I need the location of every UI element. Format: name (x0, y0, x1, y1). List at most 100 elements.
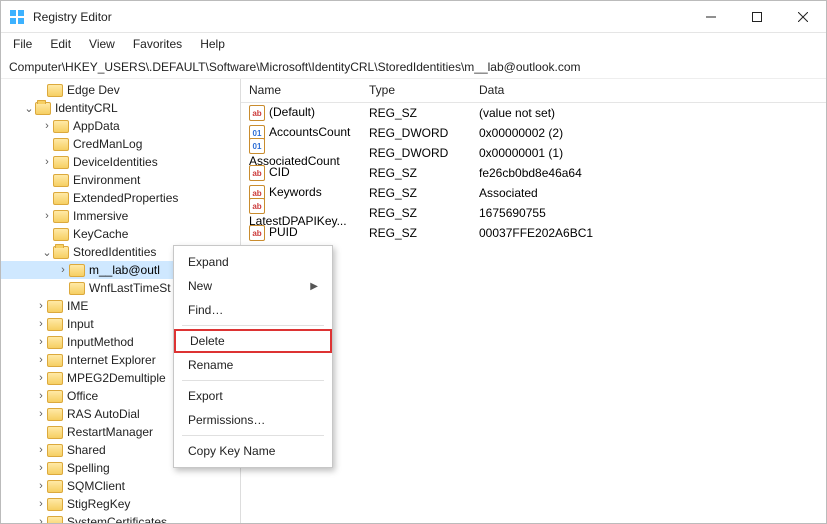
expand-icon[interactable]: › (35, 336, 47, 348)
value-name: abCID (241, 165, 361, 182)
value-data: Associated (471, 186, 826, 200)
tree-item-deviceidentities[interactable]: ›DeviceIdentities (1, 153, 240, 171)
expand-icon[interactable]: › (35, 462, 47, 474)
context-menu: Expand New▶ Find… Delete Rename Export P… (173, 245, 333, 468)
minimize-button[interactable] (688, 1, 734, 33)
collapse-icon[interactable]: ⌄ (23, 102, 35, 115)
expand-icon[interactable]: › (35, 498, 47, 510)
value-type: REG_SZ (361, 186, 471, 200)
menu-view[interactable]: View (81, 35, 123, 53)
expand-icon[interactable]: › (35, 372, 47, 384)
context-new[interactable]: New▶ (174, 274, 332, 298)
context-copy-key-name[interactable]: Copy Key Name (174, 439, 332, 463)
expand-icon[interactable]: › (41, 120, 53, 132)
column-type[interactable]: Type (361, 79, 471, 102)
folder-icon (53, 228, 69, 241)
folder-icon (69, 264, 85, 277)
value-type: REG_DWORD (361, 146, 471, 160)
string-value-icon: ab (249, 105, 265, 121)
context-expand[interactable]: Expand (174, 250, 332, 274)
string-value-icon: ab (249, 225, 265, 241)
tree-item-stig[interactable]: ›StigRegKey (1, 495, 240, 513)
folder-icon (47, 444, 63, 457)
window-title: Registry Editor (33, 10, 688, 24)
separator (182, 380, 324, 381)
folder-icon (47, 372, 63, 385)
value-data: 0x00000002 (2) (471, 126, 826, 140)
titlebar[interactable]: Registry Editor (1, 1, 826, 33)
tree-item-keycache[interactable]: KeyCache (1, 225, 240, 243)
context-rename[interactable]: Rename (174, 353, 332, 377)
expand-icon[interactable]: › (35, 390, 47, 402)
value-name: abPUID (241, 225, 361, 242)
value-row[interactable]: abCIDREG_SZfe26cb0bd8e46a64 (241, 163, 826, 183)
expand-icon[interactable]: › (35, 516, 47, 523)
separator (182, 325, 324, 326)
expand-icon[interactable]: › (35, 444, 47, 456)
close-button[interactable] (780, 1, 826, 33)
folder-icon (47, 84, 63, 97)
tree-item-identitycrl[interactable]: ⌄IdentityCRL (1, 99, 240, 117)
tree-item-edge-dev[interactable]: Edge Dev (1, 81, 240, 99)
separator (182, 435, 324, 436)
context-delete[interactable]: Delete (174, 329, 332, 353)
tree-item-sqm[interactable]: ›SQMClient (1, 477, 240, 495)
expand-icon[interactable]: › (41, 156, 53, 168)
tree-item-extendedproperties[interactable]: ExtendedProperties (1, 189, 240, 207)
value-row[interactable]: ab(Default)REG_SZ(value not set) (241, 103, 826, 123)
value-name: ab(Default) (241, 105, 361, 122)
value-data: fe26cb0bd8e46a64 (471, 166, 826, 180)
menu-favorites[interactable]: Favorites (125, 35, 190, 53)
folder-icon (53, 192, 69, 205)
tree-item-syscert[interactable]: ›SystemCertificates (1, 513, 240, 523)
value-row[interactable]: abLatestDPAPIKey...REG_SZ1675690755 (241, 203, 826, 223)
menu-help[interactable]: Help (192, 35, 233, 53)
expand-icon[interactable]: › (35, 300, 47, 312)
folder-icon (47, 336, 63, 349)
value-type: REG_SZ (361, 226, 471, 240)
tree-item-credmanlog[interactable]: CredManLog (1, 135, 240, 153)
expand-icon[interactable]: › (35, 318, 47, 330)
folder-icon (53, 174, 69, 187)
maximize-button[interactable] (734, 1, 780, 33)
folder-icon (47, 390, 63, 403)
submenu-arrow-icon: ▶ (310, 281, 318, 292)
string-value-icon: ab (249, 198, 265, 214)
expand-icon[interactable]: › (35, 408, 47, 420)
tree-item-environment[interactable]: Environment (1, 171, 240, 189)
context-permissions[interactable]: Permissions… (174, 408, 332, 432)
folder-icon (53, 246, 69, 259)
menu-edit[interactable]: Edit (42, 35, 79, 53)
expand-icon[interactable]: › (57, 264, 69, 276)
string-value-icon: ab (249, 165, 265, 181)
value-row[interactable]: abPUIDREG_SZ00037FFE202A6BC1 (241, 223, 826, 243)
folder-icon (53, 156, 69, 169)
folder-icon (53, 120, 69, 133)
tree-item-immersive[interactable]: ›Immersive (1, 207, 240, 225)
context-export[interactable]: Export (174, 384, 332, 408)
folder-icon (47, 498, 63, 511)
address-bar[interactable]: Computer\HKEY_USERS\.DEFAULT\Software\Mi… (1, 55, 826, 79)
context-find[interactable]: Find… (174, 298, 332, 322)
registry-editor-icon (9, 9, 25, 25)
folder-icon (53, 210, 69, 223)
column-name[interactable]: Name (241, 79, 361, 102)
binary-value-icon: 01 (249, 138, 265, 154)
column-data[interactable]: Data (471, 79, 826, 102)
folder-icon (47, 462, 63, 475)
column-headers: Name Type Data (241, 79, 826, 103)
folder-icon (47, 354, 63, 367)
folder-icon (47, 480, 63, 493)
folder-icon (47, 408, 63, 421)
expand-icon[interactable]: › (35, 354, 47, 366)
value-type: REG_SZ (361, 106, 471, 120)
expand-icon[interactable]: › (35, 480, 47, 492)
tree-item-appdata[interactable]: ›AppData (1, 117, 240, 135)
value-data: 00037FFE202A6BC1 (471, 226, 826, 240)
menu-file[interactable]: File (5, 35, 40, 53)
value-row[interactable]: 01AssociatedCountREG_DWORD0x00000001 (1) (241, 143, 826, 163)
expand-icon[interactable]: › (41, 210, 53, 222)
value-type: REG_DWORD (361, 126, 471, 140)
collapse-icon[interactable]: ⌄ (41, 246, 53, 259)
value-type: REG_SZ (361, 206, 471, 220)
